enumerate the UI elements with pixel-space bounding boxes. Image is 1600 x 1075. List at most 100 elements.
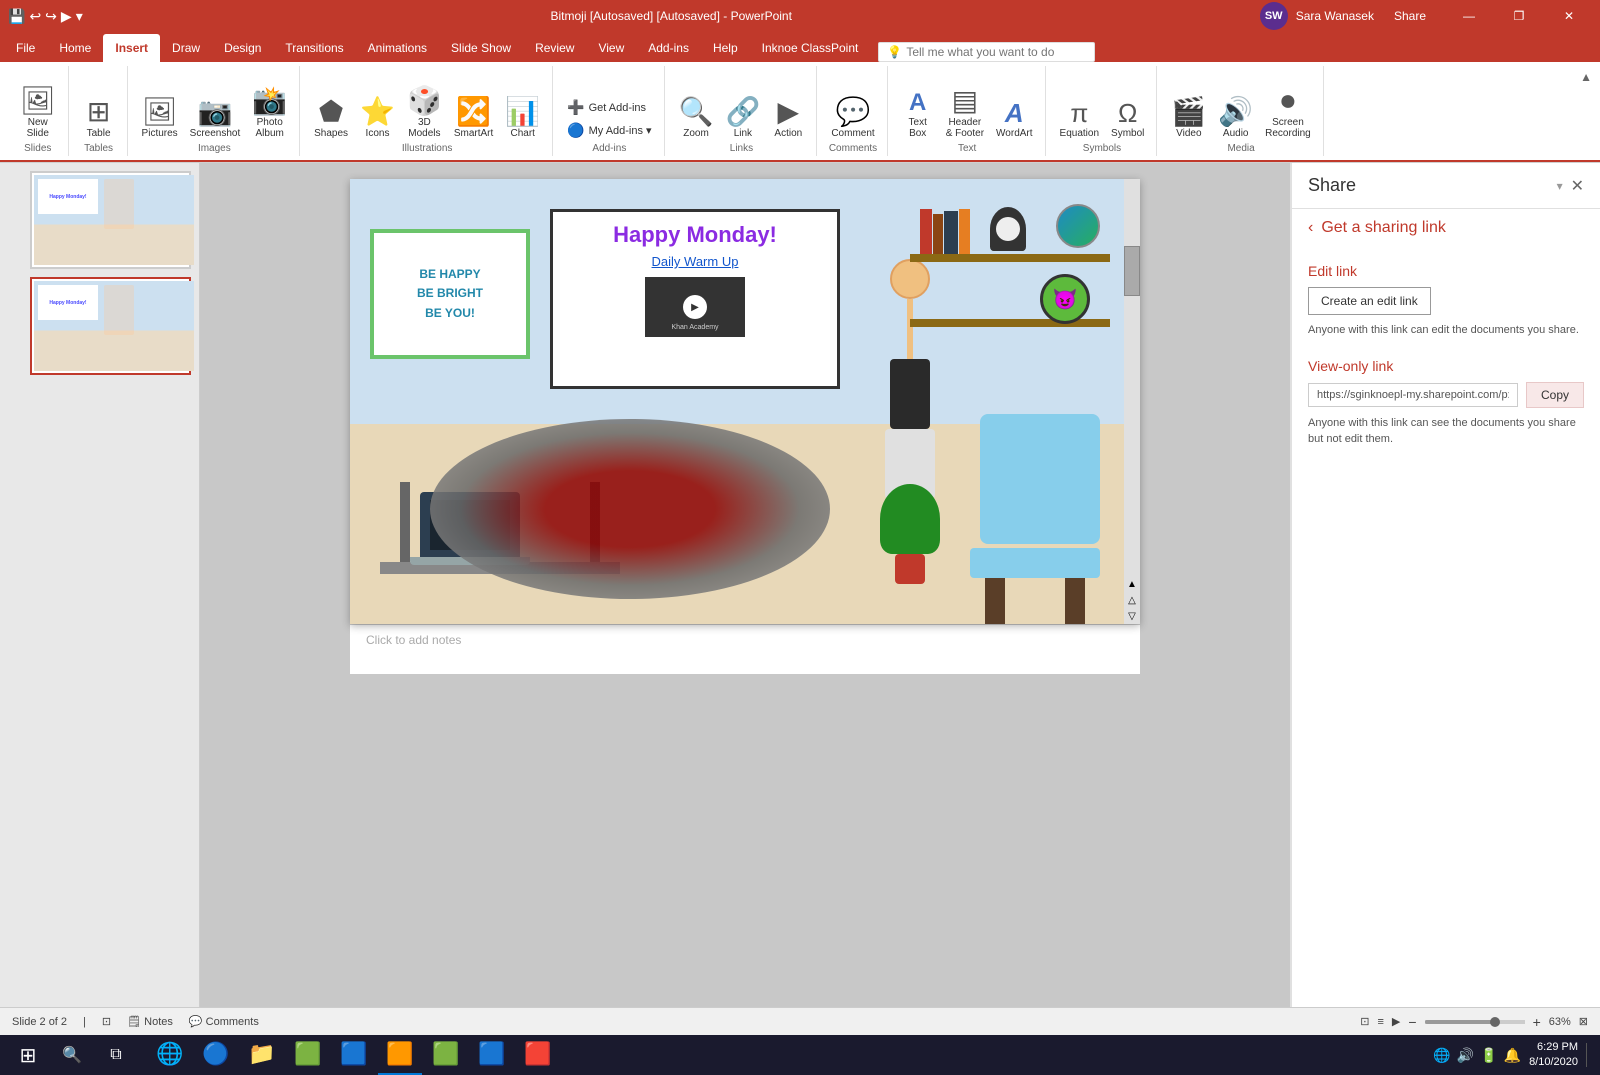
view-link-input[interactable] — [1308, 383, 1518, 407]
textbox-button[interactable]: A TextBox — [898, 89, 938, 141]
images-group-label: Images — [198, 143, 231, 154]
tab-view[interactable]: View — [586, 34, 636, 62]
tab-design[interactable]: Design — [212, 34, 273, 62]
notes-button[interactable]: 🗒 Notes — [127, 1015, 173, 1028]
sys-notification-icon[interactable]: 🔔 — [1504, 1047, 1521, 1064]
tab-transitions[interactable]: Transitions — [273, 34, 355, 62]
sys-network-icon[interactable]: 🌐 — [1433, 1047, 1450, 1064]
minimize-button[interactable]: — — [1446, 0, 1492, 32]
tab-inknoe[interactable]: Inknoe ClassPoint — [750, 34, 871, 62]
view-outline-icon[interactable]: ≡ — [1377, 1016, 1383, 1028]
fit-slide-icon[interactable]: ⊠ — [1579, 1015, 1588, 1028]
tab-help[interactable]: Help — [701, 34, 750, 62]
notes-area[interactable]: Click to add notes — [350, 624, 1140, 674]
scroll-down-btn[interactable]: ▽ — [1124, 608, 1140, 624]
taskview-button[interactable]: ⧉ — [96, 1037, 136, 1073]
comment-button[interactable]: 💬 Comment — [827, 96, 878, 141]
taskbar-explorer[interactable]: 📁 — [240, 1035, 284, 1075]
share-back-arrow[interactable]: ‹ — [1308, 219, 1313, 237]
taskbar-app4[interactable]: 🟥 — [516, 1035, 560, 1075]
zoom-thumb[interactable] — [1490, 1017, 1500, 1027]
3d-models-button[interactable]: 🎲 3DModels — [403, 85, 446, 141]
sys-battery-icon[interactable]: 🔋 — [1480, 1047, 1497, 1064]
share-button[interactable]: Share — [1382, 5, 1438, 27]
save-icon[interactable]: 💾 — [8, 8, 25, 25]
slide-2-thumbnail[interactable]: Happy Monday! — [30, 277, 191, 375]
slide-1-thumbnail[interactable]: Happy Monday! — [30, 171, 191, 269]
scroll-page-up-btn[interactable]: △ — [1124, 592, 1140, 608]
zoom-in-icon[interactable]: + — [1533, 1014, 1541, 1030]
tell-me-input[interactable] — [906, 45, 1086, 59]
icons-button[interactable]: ⭐ Icons — [356, 96, 399, 141]
ribbon-group-addins: ➕ Get Add-ins 🔵 My Add-ins ▾ Add-ins — [555, 66, 664, 156]
view-slideshow-icon[interactable]: ▶ — [1392, 1015, 1400, 1028]
taskbar-chrome[interactable]: 🔵 — [194, 1035, 238, 1075]
chart-button[interactable]: 📊 Chart — [501, 96, 544, 141]
tab-draw[interactable]: Draw — [160, 34, 212, 62]
tell-me-box[interactable]: 💡 — [878, 42, 1095, 62]
slide-canvas[interactable]: Happy Monday! Daily Warm Up ▶ Khan Acade… — [350, 179, 1140, 624]
start-button[interactable]: ⊞ — [8, 1037, 48, 1073]
scroll-up-btn[interactable]: ▲ — [1124, 576, 1140, 592]
ribbon-collapse[interactable]: ▲ — [1580, 66, 1592, 156]
taskbar-app2[interactable]: 🟩 — [424, 1035, 468, 1075]
tab-animations[interactable]: Animations — [356, 34, 439, 62]
tab-slideshow[interactable]: Slide Show — [439, 34, 523, 62]
get-addins-button[interactable]: ➕ Get Add-ins — [563, 97, 655, 118]
restore-button[interactable]: ❐ — [1496, 0, 1542, 32]
view-normal-icon[interactable]: ⊡ — [1360, 1015, 1369, 1028]
table-button[interactable]: ⊞ Table — [79, 96, 119, 141]
smartart-button[interactable]: 🔀 SmartArt — [450, 96, 497, 141]
equation-button[interactable]: π Equation — [1056, 98, 1103, 141]
create-edit-link-button[interactable]: Create an edit link — [1308, 287, 1431, 315]
tab-addins[interactable]: Add-ins — [636, 34, 701, 62]
ribbon-collapse-icon[interactable]: ▲ — [1580, 70, 1592, 84]
photo-album-button[interactable]: 📸 PhotoAlbum — [248, 85, 291, 141]
sys-volume-icon[interactable]: 🔊 — [1457, 1047, 1474, 1064]
taskbar-edge[interactable]: 🌐 — [148, 1035, 192, 1075]
screenshot-button[interactable]: 📷 Screenshot — [186, 96, 245, 141]
taskbar-app3[interactable]: 🟦 — [470, 1035, 514, 1075]
taskbar-teams[interactable]: 🟦 — [332, 1035, 376, 1075]
search-button[interactable]: 🔍 — [52, 1037, 92, 1073]
show-desktop-icon[interactable] — [1586, 1043, 1592, 1067]
pictures-button[interactable]: 🖼 Pictures — [138, 96, 182, 141]
slide-layout-icon[interactable]: ⊡ — [102, 1015, 111, 1028]
tab-insert[interactable]: Insert — [103, 34, 160, 62]
present-icon[interactable]: ▶ — [61, 8, 72, 25]
zoom-slider[interactable] — [1425, 1020, 1525, 1024]
share-sub-header[interactable]: ‹ Get a sharing link — [1292, 209, 1600, 247]
screen-recording-button[interactable]: ⏺ ScreenRecording — [1261, 85, 1315, 141]
close-button[interactable]: ✕ — [1546, 0, 1592, 32]
taskbar-app-green[interactable]: 🟩 — [286, 1035, 330, 1075]
play-button[interactable]: ▶ — [683, 295, 707, 319]
new-slide-button[interactable]: 🖼 NewSlide — [16, 85, 60, 141]
slide-bullet[interactable]: Daily Warm Up — [652, 254, 739, 269]
wordart-button[interactable]: A WordArt — [992, 98, 1037, 141]
redo-icon[interactable]: ↪ — [45, 8, 57, 25]
customize-icon[interactable]: ▾ — [76, 8, 83, 25]
copy-button[interactable]: Copy — [1526, 382, 1584, 408]
user-avatar[interactable]: SW — [1260, 2, 1288, 30]
taskbar-powerpoint[interactable]: 🟧 — [378, 1035, 422, 1075]
video-thumbnail[interactable]: ▶ Khan Academy — [645, 277, 745, 337]
link-button[interactable]: 🔗 Link — [721, 96, 764, 141]
action-button[interactable]: ▶ Action — [768, 96, 808, 141]
audio-button[interactable]: 🔊 Audio — [1214, 96, 1257, 141]
canvas-scrollbar[interactable]: ▲ △ ▽ — [1124, 179, 1140, 624]
zoom-out-icon[interactable]: − — [1408, 1014, 1416, 1030]
comments-button[interactable]: 💬 Comments — [189, 1015, 259, 1028]
shapes-button[interactable]: ⬟ Shapes — [310, 96, 352, 141]
undo-icon[interactable]: ↩ — [29, 8, 41, 25]
symbol-button[interactable]: Ω Symbol — [1107, 98, 1148, 141]
canvas-scroll-thumb[interactable] — [1124, 246, 1140, 296]
tab-file[interactable]: File — [4, 34, 47, 62]
header-footer-button[interactable]: ▤ Header& Footer — [942, 85, 988, 141]
video-button[interactable]: 🎬 Video — [1167, 96, 1210, 141]
share-close-button[interactable]: ✕ — [1571, 176, 1584, 196]
tab-review[interactable]: Review — [523, 34, 586, 62]
share-dropdown-icon[interactable]: ▾ — [1557, 179, 1563, 193]
tab-home[interactable]: Home — [47, 34, 103, 62]
my-addins-button[interactable]: 🔵 My Add-ins ▾ — [563, 120, 655, 141]
zoom-button[interactable]: 🔍 Zoom — [675, 96, 718, 141]
